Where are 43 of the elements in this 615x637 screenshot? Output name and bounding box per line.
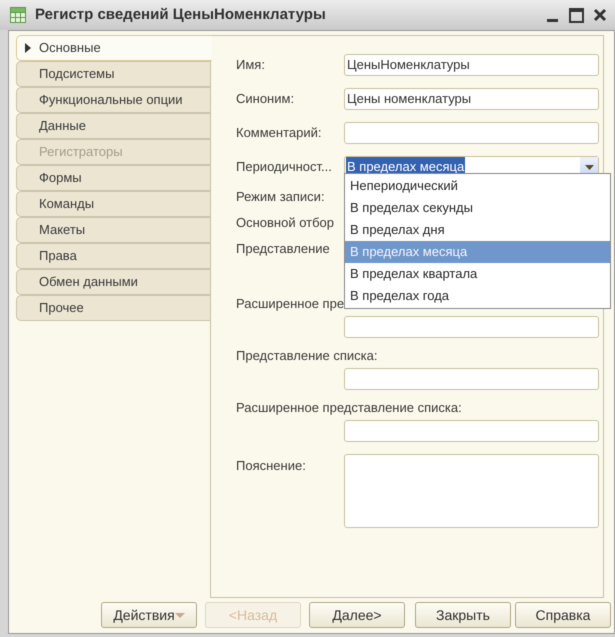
field-label: Пояснение:	[236, 457, 307, 475]
tab[interactable]: Данные	[16, 113, 211, 139]
tab[interactable]: Права	[16, 243, 211, 269]
dropdown-option[interactable]: В пределах года	[345, 285, 610, 307]
window-title: Регистр сведений ЦеныНоменклатуры	[35, 4, 326, 25]
field-label: Представление	[236, 240, 330, 258]
input-field[interactable]	[344, 368, 599, 390]
triangle-icon	[25, 43, 31, 53]
input-field[interactable]: ЦеныНоменклатуры	[344, 54, 599, 76]
input-field[interactable]	[344, 316, 599, 338]
button[interactable]: Справка	[515, 602, 611, 628]
input-field[interactable]	[344, 122, 599, 144]
tab[interactable]: Обмен данными	[16, 269, 211, 295]
tab[interactable]: Прочее	[16, 295, 211, 321]
button[interactable]: Действия	[101, 602, 197, 628]
tab[interactable]: Основные	[16, 35, 212, 61]
field-label: Комментарий:	[236, 124, 322, 142]
table-icon	[10, 7, 26, 23]
field-label: Режим записи:	[236, 188, 325, 206]
field-label: Основной отбор	[236, 214, 334, 232]
field-label: Синоним:	[236, 90, 296, 108]
tab[interactable]: Макеты	[16, 217, 211, 243]
dropdown-option[interactable]: В пределах дня	[345, 219, 610, 241]
button[interactable]: Далее>	[309, 602, 405, 628]
tab[interactable]: Подсистемы	[16, 61, 211, 87]
field-label: Представление списка:	[236, 347, 378, 365]
button[interactable]: Закрыть	[415, 602, 511, 628]
input-field[interactable]	[344, 454, 599, 528]
tab[interactable]: Функциональные опции	[16, 87, 211, 113]
tab[interactable]: Команды	[16, 191, 211, 217]
dropdown-option[interactable]: В пределах квартала	[345, 263, 610, 285]
field-label: Имя:	[236, 56, 266, 74]
caret-icon	[584, 164, 594, 170]
dropdown-option[interactable]: Непериодический	[345, 175, 610, 197]
tab[interactable]: Формы	[16, 165, 211, 191]
dropdown-option[interactable]: В пределах секунды	[345, 197, 610, 219]
field-label: Периодичност...	[236, 158, 333, 176]
field-label: Расширенное пре	[236, 295, 344, 313]
field-label: Расширенное представление списка:	[236, 399, 462, 417]
close-icon[interactable]	[593, 8, 607, 22]
input-field[interactable]: Цены номенклатуры	[344, 88, 599, 110]
maximize-icon[interactable]	[569, 8, 584, 22]
input-field[interactable]	[344, 420, 599, 442]
